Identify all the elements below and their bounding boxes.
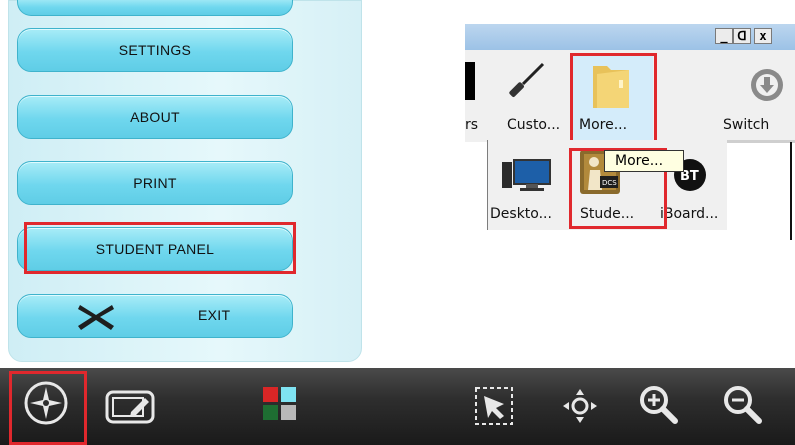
edit-box-icon[interactable] [105, 390, 155, 424]
compass-icon[interactable] [20, 377, 72, 429]
partial-tool-icon [465, 62, 475, 100]
window-titlebar: _ ᗡ x [465, 24, 795, 50]
toolbar-item-custom-label[interactable]: Custo... [507, 117, 560, 133]
exit-button[interactable]: EXIT [17, 294, 293, 338]
exit-label: EXIT [198, 307, 231, 323]
marquee-select-icon[interactable] [474, 386, 514, 426]
download-circle-icon[interactable] [750, 68, 784, 102]
app-iboard-label[interactable]: iBoard... [660, 206, 718, 222]
window-edge-line [790, 142, 792, 240]
about-label: ABOUT [130, 109, 180, 125]
app-student-label[interactable]: Stude... [580, 206, 634, 222]
settings-button[interactable]: SETTINGS [17, 28, 293, 72]
more-tooltip: More... [604, 150, 684, 172]
folder-icon[interactable] [589, 60, 633, 112]
svg-text:DCS: DCS [602, 179, 617, 187]
bottom-toolbar [0, 368, 795, 445]
student-panel-button[interactable]: STUDENT PANEL [17, 227, 293, 271]
print-label: PRINT [133, 175, 177, 191]
student-panel-label: STUDENT PANEL [95, 241, 215, 257]
menu-button-top[interactable] [17, 0, 293, 16]
restore-button[interactable]: ᗡ [733, 28, 751, 44]
toolbar-item-more-label[interactable]: More... [579, 117, 627, 133]
toolbar-item-switch-label[interactable]: Switch [723, 117, 769, 133]
close-button[interactable]: x [754, 28, 772, 44]
settings-label: SETTINGS [118, 42, 192, 58]
zoom-out-icon[interactable] [722, 384, 762, 424]
pan-move-icon[interactable] [562, 388, 598, 424]
app-window: _ ᗡ x rs Custo... More... Switch [465, 24, 795, 144]
close-x-icon [78, 305, 114, 330]
app-desktop-label[interactable]: Deskto... [490, 206, 552, 222]
color-palette-icon[interactable] [262, 386, 298, 422]
toolbar-item-partial-label: rs [465, 117, 479, 133]
about-button[interactable]: ABOUT [17, 95, 293, 139]
monitor-icon[interactable] [500, 158, 552, 192]
screwdriver-icon[interactable] [503, 60, 547, 104]
minimize-button[interactable]: _ [715, 28, 733, 44]
print-button[interactable]: PRINT [17, 161, 293, 205]
zoom-in-icon[interactable] [638, 384, 678, 424]
